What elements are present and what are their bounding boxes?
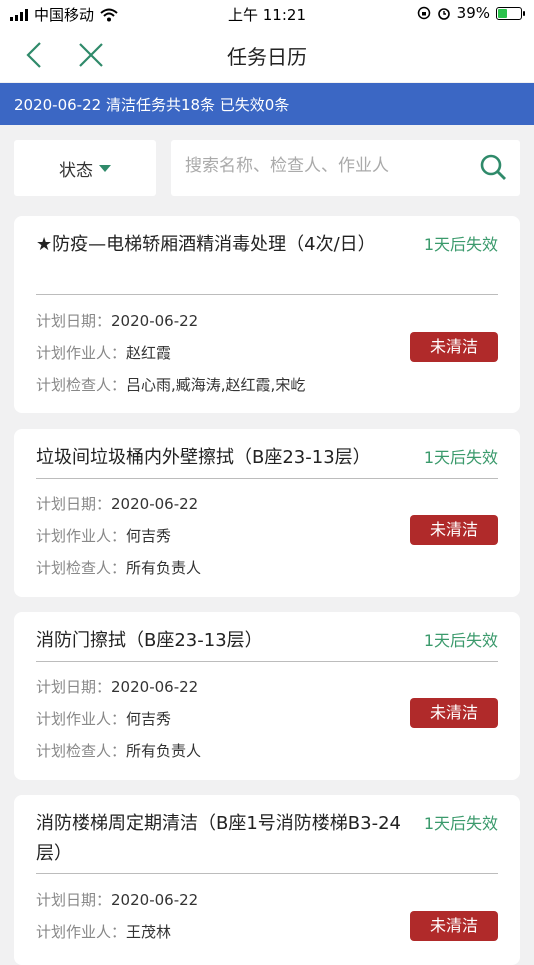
task-title: 消防门擦拭（B座23-13层） (36, 630, 263, 651)
plan-date-row: 计划日期：2020-06-22 (36, 676, 198, 697)
nav-bar: 任务日历 (0, 28, 534, 82)
task-card[interactable]: ★防疫—电梯轿厢酒精消毒处理（4次/日） 1天后失效 计划日期：2020-06-… (14, 216, 520, 413)
plan-worker-value: 赵红霞 (126, 344, 172, 362)
task-card[interactable]: 垃圾间垃圾桶内外壁擦拭（B座23-13层） 1天后失效 计划日期：2020-06… (14, 429, 520, 597)
divider (36, 478, 498, 479)
plan-date-label: 计划日期： (36, 312, 112, 330)
page-title: 任务日历 (227, 45, 307, 69)
summary-banner: 2020-06-22 清洁任务共18条 已失效0条 (0, 83, 534, 125)
plan-worker-value: 何吉秀 (126, 710, 172, 728)
plan-worker-row: 计划作业人：王茂林 (36, 921, 171, 942)
status-badge: 未清洁 (410, 515, 498, 545)
plan-checker-value: 所有负责人 (126, 742, 202, 760)
rotation-lock-icon (417, 6, 430, 20)
alarm-icon (437, 8, 450, 20)
plan-worker-value: 王茂林 (126, 923, 172, 941)
expire-label: 1天后失效 (423, 448, 498, 467)
plan-date-value: 2020-06-22 (111, 891, 199, 909)
plan-checker-row: 计划检查人：所有负责人 (36, 557, 201, 578)
plan-worker-row: 计划作业人：何吉秀 (36, 708, 171, 729)
plan-checker-label: 计划检查人： (36, 742, 127, 760)
status-right: 39% (417, 4, 525, 22)
status-filter-dropdown[interactable]: 状态 (14, 140, 156, 196)
plan-date-label: 计划日期： (36, 678, 112, 696)
status-bar: 中国移动 上午 11:21 39% (0, 0, 534, 28)
plan-checker-value: 吕心雨,臧海涛,赵红霞,宋屹 (126, 376, 306, 394)
battery-percent: 39% (456, 4, 490, 22)
plan-checker-label: 计划检查人： (36, 376, 127, 394)
plan-date-label: 计划日期： (36, 495, 112, 513)
plan-date-label: 计划日期： (36, 891, 112, 909)
search-box (171, 140, 520, 196)
divider (36, 294, 498, 295)
task-title: ★防疫—电梯轿厢酒精消毒处理（4次/日） (36, 234, 376, 255)
task-title: 垃圾间垃圾桶内外壁擦拭（B座23-13层） (36, 447, 371, 468)
task-title: 消防楼梯周定期清洁（B座1号消防楼梯B3-24层） (36, 813, 401, 864)
search-icon[interactable] (478, 152, 508, 182)
expire-label: 1天后失效 (423, 631, 498, 650)
divider (36, 661, 498, 662)
expire-label: 1天后失效 (423, 235, 498, 254)
plan-worker-row: 计划作业人：何吉秀 (36, 525, 171, 546)
expire-label: 1天后失效 (423, 814, 498, 833)
plan-worker-label: 计划作业人： (36, 710, 127, 728)
plan-checker-row: 计划检查人：吕心雨,臧海涛,赵红霞,宋屹 (36, 374, 305, 395)
plan-worker-row: 计划作业人：赵红霞 (36, 342, 171, 363)
plan-worker-value: 何吉秀 (126, 527, 172, 545)
task-card[interactable]: 消防楼梯周定期清洁（B座1号消防楼梯B3-24层） 1天后失效 计划日期：202… (14, 795, 520, 965)
battery-icon (496, 6, 525, 20)
plan-date-value: 2020-06-22 (111, 678, 199, 696)
divider (36, 873, 498, 874)
plan-checker-label: 计划检查人： (36, 559, 127, 577)
plan-worker-label: 计划作业人： (36, 527, 127, 545)
task-card[interactable]: 消防门擦拭（B座23-13层） 1天后失效 计划日期：2020-06-22 计划… (14, 612, 520, 780)
filter-row: 状态 (14, 140, 520, 196)
plan-date-value: 2020-06-22 (111, 495, 199, 513)
search-input[interactable] (185, 156, 465, 176)
status-badge: 未清洁 (410, 911, 498, 941)
plan-date-row: 计划日期：2020-06-22 (36, 493, 198, 514)
status-filter-label: 状态 (59, 160, 93, 181)
caret-down-icon (99, 164, 111, 172)
plan-checker-value: 所有负责人 (126, 559, 202, 577)
plan-worker-label: 计划作业人： (36, 344, 127, 362)
plan-date-row: 计划日期：2020-06-22 (36, 310, 198, 331)
plan-checker-row: 计划检查人：所有负责人 (36, 740, 201, 761)
status-badge: 未清洁 (410, 698, 498, 728)
plan-worker-label: 计划作业人： (36, 923, 127, 941)
status-badge: 未清洁 (410, 332, 498, 362)
plan-date-value: 2020-06-22 (111, 312, 199, 330)
plan-date-row: 计划日期：2020-06-22 (36, 889, 198, 910)
